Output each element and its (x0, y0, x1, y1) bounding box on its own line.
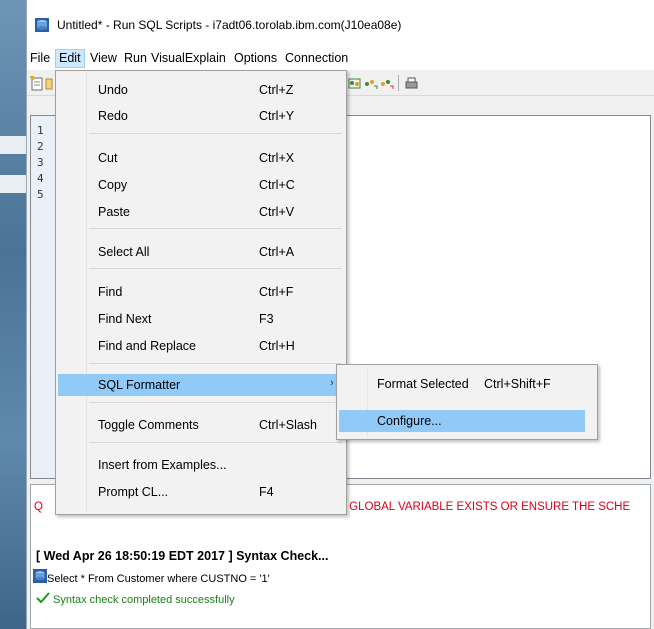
menu-item-shortcut: Ctrl+F (259, 285, 294, 299)
menu-options[interactable]: Options (231, 50, 280, 68)
menu-view[interactable]: View (87, 50, 120, 68)
menu-item-paste[interactable]: Paste Ctrl+V (58, 201, 344, 223)
run-all-icon[interactable] (347, 76, 362, 91)
menu-item-insert-from-examples[interactable]: Insert from Examples... (58, 454, 344, 476)
menu-item-cut[interactable]: Cut Ctrl+X (58, 147, 344, 169)
menu-item-toggle-comments[interactable]: Toggle Comments Ctrl+Slash (58, 414, 344, 436)
window-title: Untitled* - Run SQL Scripts - i7adt06.to… (57, 18, 402, 32)
menu-item-label: Copy (98, 178, 128, 192)
menu-item-label: Select All (98, 245, 150, 259)
desktop-fragment (0, 136, 26, 154)
line-number: 1 (37, 124, 44, 137)
menu-item-label: Insert from Examples... (98, 458, 227, 472)
menu-item-label: Configure... (377, 414, 442, 428)
checkmark-icon (36, 592, 50, 604)
menu-item-configure[interactable]: Configure... (339, 410, 585, 432)
syntax-success-message: Syntax check completed successfully (53, 594, 235, 606)
sql-formatter-submenu: Format Selected Ctrl+Shift+F Configure..… (336, 364, 598, 440)
print-icon[interactable] (404, 76, 419, 91)
error-message-text: HE GLOBAL VARIABLE EXISTS OR ENSURE THE … (330, 501, 631, 513)
menu-item-shortcut: Ctrl+X (259, 151, 295, 165)
desktop-background (0, 0, 26, 629)
menu-item-label: Toggle Comments (98, 418, 199, 432)
menu-item-select-all[interactable]: Select All Ctrl+A (58, 241, 344, 263)
run-from-cursor-icon[interactable] (379, 76, 394, 91)
menu-file[interactable]: File (27, 50, 53, 68)
menu-item-label: SQL Formatter (98, 378, 181, 392)
menu-item-prompt-cl[interactable]: Prompt CL... F4 (58, 481, 344, 503)
toolbar-separator (398, 75, 399, 91)
menu-run[interactable]: Run (121, 50, 150, 68)
menu-item-shortcut: Ctrl+Y (259, 109, 295, 123)
checked-statement: Select * From Customer where CUSTNO = '1… (47, 573, 270, 585)
menu-item-shortcut: Ctrl+Slash (259, 418, 318, 432)
menu-item-redo[interactable]: Redo Ctrl+Y (58, 105, 344, 127)
menu-separator (89, 268, 342, 269)
menu-item-shortcut: Ctrl+V (259, 205, 295, 219)
menu-item-label: Paste (98, 205, 130, 219)
line-number-gutter: 1 2 3 4 5 (31, 116, 57, 478)
submenu-arrow-icon: › (330, 377, 334, 389)
edit-dropdown-menu: Undo Ctrl+Z Redo Ctrl+Y Cut Ctrl+X Copy … (55, 70, 347, 515)
run-selected-icon[interactable] (363, 76, 378, 91)
menu-item-copy[interactable]: Copy Ctrl+C (58, 174, 344, 196)
menu-item-label: Redo (98, 109, 128, 123)
line-number: 2 (37, 140, 44, 153)
menu-item-label: Find and Replace (98, 339, 196, 353)
syntax-check-header: [ Wed Apr 26 18:50:19 EDT 2017 ] Syntax … (36, 549, 329, 563)
desktop-fragment (0, 175, 26, 193)
menu-item-shortcut: F4 (259, 485, 274, 499)
menu-item-label: Cut (98, 151, 118, 165)
line-number: 3 (37, 156, 44, 169)
line-number: 5 (37, 188, 44, 201)
menu-edit[interactable]: Edit (55, 49, 85, 68)
menu-item-label: Format Selected (377, 377, 469, 391)
menu-item-undo[interactable]: Undo Ctrl+Z (58, 79, 344, 101)
new-script-icon[interactable] (29, 76, 44, 91)
menu-item-format-selected[interactable]: Format Selected Ctrl+Shift+F (339, 373, 585, 395)
menu-item-shortcut: Ctrl+C (259, 178, 295, 192)
menu-separator (89, 442, 342, 443)
menu-item-label: Prompt CL... (98, 485, 169, 499)
menu-item-find-next[interactable]: Find Next F3 (58, 308, 344, 330)
menu-item-find-and-replace[interactable]: Find and Replace Ctrl+H (58, 335, 344, 357)
menu-item-shortcut: Ctrl+A (259, 245, 295, 259)
menu-item-shortcut: Ctrl+Z (259, 83, 294, 97)
menu-separator (89, 363, 342, 364)
menu-visualexplain[interactable]: VisualExplain (148, 50, 229, 68)
menu-connection[interactable]: Connection (282, 50, 351, 68)
database-icon (35, 18, 49, 32)
menu-separator (89, 402, 342, 403)
menu-item-find[interactable]: Find Ctrl+F (58, 281, 344, 303)
error-message-prefix: Q (34, 501, 43, 513)
menu-bar: File Edit View Run VisualExplain Options… (27, 46, 654, 70)
menu-item-shortcut: F3 (259, 312, 274, 326)
menu-item-label: Find (98, 285, 123, 299)
menu-item-shortcut: Ctrl+H (259, 339, 295, 353)
menu-item-label: Find Next (98, 312, 152, 326)
menu-item-sql-formatter[interactable]: SQL Formatter › (58, 374, 344, 396)
database-icon (33, 569, 47, 583)
menu-item-label: Undo (98, 83, 128, 97)
title-bar: Untitled* - Run SQL Scripts - i7adt06.to… (27, 0, 654, 46)
line-number: 4 (37, 172, 44, 185)
menu-separator (89, 228, 342, 229)
menu-item-shortcut: Ctrl+Shift+F (484, 377, 551, 391)
menu-separator (89, 133, 342, 134)
